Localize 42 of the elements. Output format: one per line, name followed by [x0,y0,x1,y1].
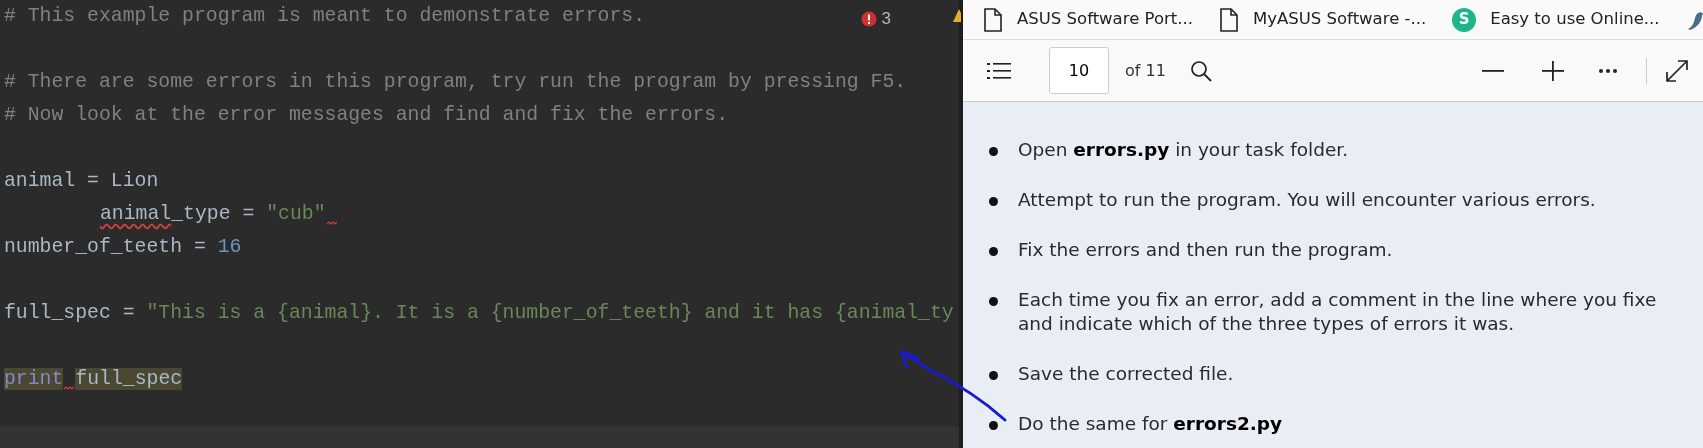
step-text: Do the same for errors2.py [1018,412,1283,436]
contents-icon[interactable] [987,61,1011,80]
page-total: of 11 [1125,59,1166,82]
bullet-icon [989,371,998,380]
step-text: Each time you fix an error, add a comment in the line where you fixe [1018,288,1657,312]
code-text: print [4,368,64,390]
site-logo-icon: S [1452,7,1477,32]
document-icon [983,7,1003,32]
bookmark-label[interactable]: ASUS Software Port... [1017,7,1193,32]
code-comment: # This example program is meant to demonstrate errors. [4,5,646,27]
bookmark-label[interactable]: MyASUS Software -... [1253,7,1427,32]
bookmark-label[interactable]: Easy to use Online... [1490,7,1660,32]
step-text: Attempt to run the program. You will encounter various errors. [1018,188,1596,212]
code-text: animal [100,203,172,225]
step-text: Open errors.py in your task folder. [1018,138,1349,162]
page-number-field[interactable]: 10 [1049,47,1109,94]
bullet-icon [989,147,998,156]
code-text: "cub" [266,203,326,225]
bullet-icon [989,421,998,430]
more-icon[interactable] [1598,66,1618,75]
code-text: 16 [217,236,242,258]
step-text: Save the corrected file. [1018,362,1234,386]
step-text: Fix the errors and then run the program. [1018,238,1393,262]
error-count[interactable]: 3 [881,6,891,32]
search-icon[interactable] [1189,59,1212,82]
code-text: animal = Lion [4,170,159,192]
fullscreen-icon[interactable] [1665,58,1689,83]
code-text: _type = [171,203,256,225]
code-text: number_of_teeth = [4,236,207,258]
code-comment: # Now look at the error messages and find and fix the errors. [4,104,729,126]
code-text: full_spec = [4,302,136,324]
code-text: full_spec [75,368,183,390]
zoom-in-icon[interactable] [1542,60,1564,81]
step-text: and indicate which of the three types of errors it was. [1018,312,1516,336]
bullet-icon [989,247,998,256]
bullet-icon [989,197,998,206]
code-text: "This is a {animal}. It is a {number_of_teeth} and it has {animal_ty [146,302,954,324]
error-icon[interactable] [860,10,877,27]
bullet-icon [989,297,998,306]
document-icon [1219,7,1239,32]
warning-icon[interactable] [953,8,961,22]
code-comment: # There are some errors in this program, try run the program by pressing F5. [4,71,907,93]
